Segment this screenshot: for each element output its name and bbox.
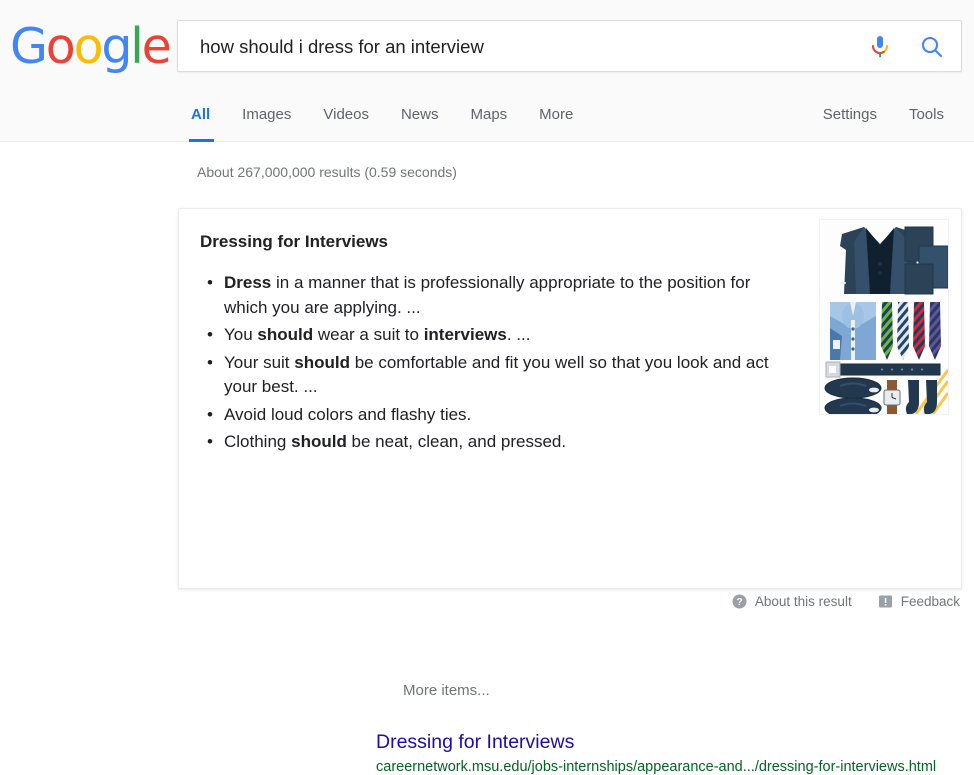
tab-maps[interactable]: Maps bbox=[454, 96, 523, 142]
feedback-button[interactable]: Feedback bbox=[878, 594, 960, 609]
snippet-bullet-list: Dress in a manner that is professionally… bbox=[200, 271, 785, 458]
tools-button[interactable]: Tools bbox=[893, 96, 960, 142]
search-nav-tabs: All Images Videos News Maps More bbox=[177, 96, 589, 142]
settings-button[interactable]: Settings bbox=[809, 96, 893, 142]
result-url: careernetwork.msu.edu/jobs-internships/a… bbox=[376, 759, 937, 775]
svg-text:?: ? bbox=[736, 597, 742, 608]
snippet-footer: ? About this result Feedback bbox=[706, 594, 960, 609]
tab-all[interactable]: All bbox=[177, 96, 226, 142]
tab-videos[interactable]: Videos bbox=[307, 96, 385, 142]
snippet-bullet: Avoid loud colors and flashy ties. bbox=[207, 403, 785, 428]
logo-letter-4: l bbox=[130, 18, 144, 75]
google-logo[interactable]: Google bbox=[10, 18, 172, 75]
search-submit-icon[interactable] bbox=[909, 21, 955, 73]
logo-letter-0: G bbox=[10, 18, 48, 75]
feedback-flag-icon bbox=[878, 594, 893, 609]
logo-letter-2: o bbox=[73, 18, 104, 75]
logo-letter-1: o bbox=[45, 18, 76, 75]
snippet-bullet: Clothing should be neat, clean, and pres… bbox=[207, 430, 785, 455]
logo-letter-3: g bbox=[101, 18, 132, 75]
search-input[interactable] bbox=[198, 21, 818, 73]
about-this-result-label: About this result bbox=[754, 594, 852, 609]
feedback-label: Feedback bbox=[900, 594, 960, 609]
snippet-bullet: You should wear a suit to interviews. ..… bbox=[207, 323, 785, 348]
tab-news[interactable]: News bbox=[385, 96, 455, 142]
tab-images[interactable]: Images bbox=[226, 96, 307, 142]
result-title-link[interactable]: Dressing for Interviews bbox=[376, 730, 574, 754]
snippet-bullet: Your suit should be comfortable and fit … bbox=[207, 351, 785, 400]
more-items-link[interactable]: More items... bbox=[403, 682, 490, 699]
microphone-icon[interactable] bbox=[857, 21, 903, 73]
tab-more[interactable]: More bbox=[523, 96, 589, 142]
snippet-title: Dressing for Interviews bbox=[200, 232, 389, 251]
search-nav-right: Settings Tools bbox=[809, 96, 960, 142]
featured-snippet-card: Dressing for Interviews Dress in a manne… bbox=[178, 208, 962, 775]
snippet-thumbnail[interactable] bbox=[819, 219, 949, 415]
result-stats: About 267,000,000 results (0.59 seconds) bbox=[197, 164, 457, 180]
search-bar[interactable] bbox=[177, 20, 962, 73]
logo-letter-5: e bbox=[141, 18, 172, 75]
question-circle-icon: ? bbox=[732, 594, 747, 609]
search-header: Google All Images Videos News Maps More bbox=[0, 0, 974, 142]
snippet-bullet: Dress in a manner that is professionally… bbox=[207, 271, 785, 320]
about-this-result-button[interactable]: ? About this result bbox=[732, 594, 852, 609]
